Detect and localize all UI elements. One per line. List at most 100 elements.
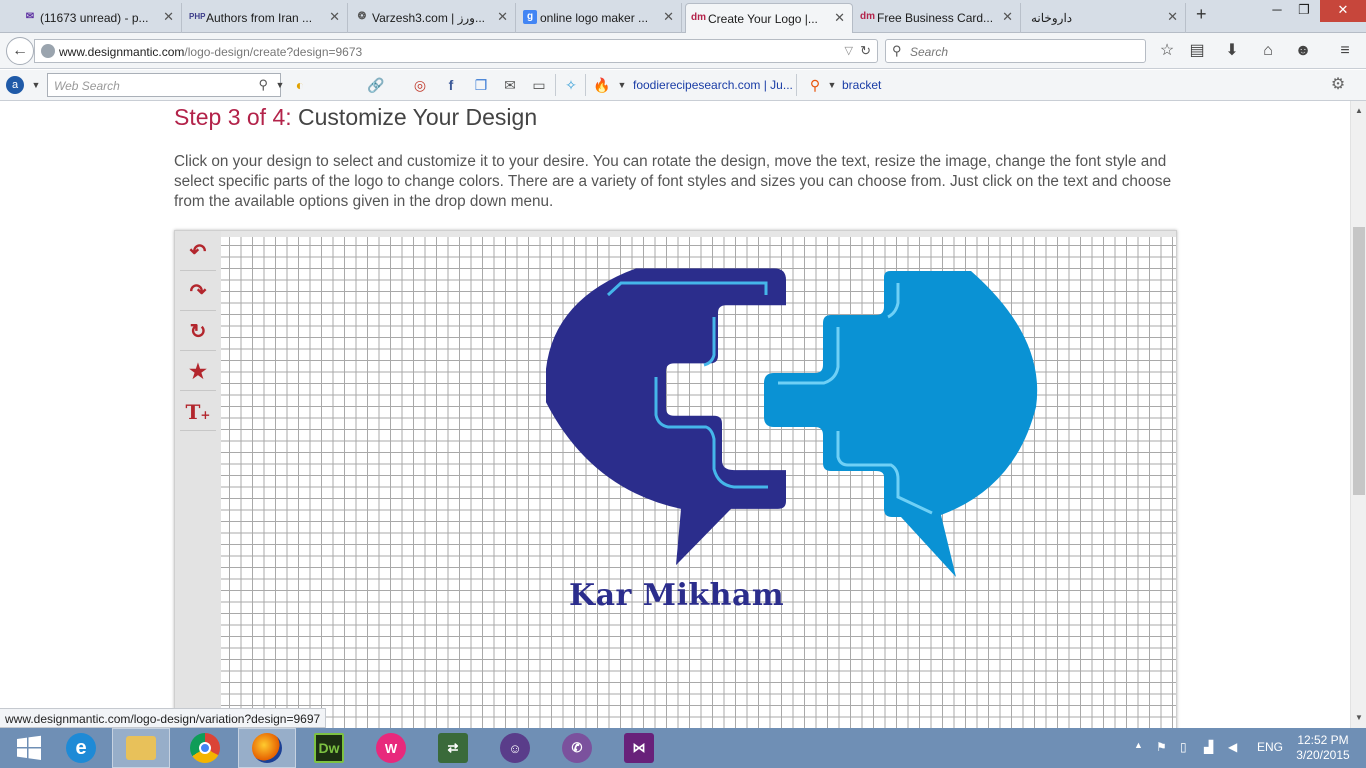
messenger-button[interactable]: ☺	[486, 728, 544, 768]
dark-speech-bubble[interactable]	[546, 268, 786, 566]
home-icon[interactable]: ⌂	[1257, 40, 1279, 62]
new-tab-button[interactable]: +	[1196, 4, 1207, 25]
tab-authors[interactable]: PHP Authors from Iran ... ✕	[184, 3, 348, 33]
fire-icon[interactable]: 🔥	[592, 75, 612, 95]
url-dropdown-icon[interactable]: ▽	[845, 44, 853, 57]
toolbar-link-foodie[interactable]: foodierecipesearch.com | Ju...	[633, 78, 793, 92]
file-explorer-button[interactable]	[112, 728, 170, 768]
reading-list-icon[interactable]: ▤	[1186, 40, 1208, 62]
sparkle-icon[interactable]: ✧	[561, 75, 581, 95]
chrome-button[interactable]	[176, 728, 234, 768]
addon-toolbar: a ▼ Web Search ⚲ ▼ ◐ 🔗 ◎ f ❐ ✉ ▭ ✧ 🔥 ▼ f…	[0, 70, 1366, 101]
mail-icon: ✉	[25, 11, 35, 22]
bookmark-star-icon[interactable]: ☆	[1156, 40, 1178, 62]
search-icon[interactable]: ⚲	[258, 77, 268, 93]
battery-icon[interactable]: ▯	[1180, 740, 1187, 754]
volume-icon[interactable]: ◀	[1228, 740, 1237, 754]
scroll-up-icon[interactable]: ▲	[1351, 103, 1366, 119]
php-icon: PHP	[189, 12, 206, 21]
download-icon[interactable]: ⬇	[1221, 40, 1243, 62]
dreamweaver-button[interactable]: Dw	[300, 728, 358, 768]
tray-expand-icon[interactable]: ▲	[1134, 740, 1143, 750]
card-icon[interactable]: ▭	[529, 75, 549, 95]
documents-icon[interactable]: ❐	[471, 75, 491, 95]
radio-icon[interactable]: ◎	[410, 75, 430, 95]
viber-icon: ✆	[562, 733, 592, 763]
add-shape-icon[interactable]: ★	[180, 353, 216, 391]
undo-icon[interactable]: ↶	[180, 233, 216, 271]
chevron-down-icon[interactable]: ▼	[822, 75, 842, 95]
light-speech-bubble[interactable]	[764, 271, 1038, 577]
dm-icon: dm	[860, 11, 875, 22]
close-tab-icon[interactable]: ✕	[1002, 9, 1013, 25]
chat-icon[interactable]: ☻	[1292, 40, 1314, 62]
tab-create-logo[interactable]: dm Create Your Logo |... ✕	[685, 3, 853, 34]
search-placeholder: Search	[910, 45, 949, 59]
tab-title: Free Business Card...	[877, 11, 994, 25]
scroll-down-icon[interactable]: ▼	[1351, 710, 1366, 726]
signal-icon[interactable]: ▟	[1204, 740, 1213, 754]
redo-icon[interactable]: ↷	[180, 273, 216, 311]
dm-icon: dm	[691, 12, 706, 23]
chevron-down-icon[interactable]: ▼	[270, 75, 290, 95]
tab-darookhane[interactable]: داروخانه ✕	[1023, 3, 1186, 33]
close-tab-icon[interactable]: ✕	[163, 9, 174, 25]
toolbar-link-bracket[interactable]: bracket	[842, 78, 881, 92]
clock[interactable]: 12:52 PM 3/20/2015	[1292, 733, 1354, 763]
logo-editor: ↶ ↷ ↻ ★ T+ Kar Mikham	[174, 230, 1177, 728]
url-bar[interactable]: www.designmantic.com/logo-design/create?…	[34, 39, 878, 63]
flag-icon[interactable]: ⚑	[1156, 740, 1167, 754]
chevron-down-icon[interactable]: ▼	[612, 75, 632, 95]
web-search-input[interactable]: Web Search ⚲	[47, 73, 281, 97]
dreamweaver-icon: Dw	[314, 733, 344, 763]
vertical-scrollbar[interactable]: ▲ ▼	[1350, 101, 1366, 728]
minimize-button[interactable]: ─	[1262, 0, 1292, 22]
firefox-button[interactable]	[238, 728, 296, 768]
facebook-icon[interactable]: f	[441, 75, 461, 95]
tab-title: Authors from Iran ...	[206, 11, 313, 25]
gear-icon[interactable]: ⚙	[1328, 75, 1348, 95]
network-tool-icon: ⇄	[438, 733, 468, 763]
ask-logo-icon[interactable]: a	[6, 76, 24, 94]
back-button[interactable]: ←	[6, 37, 34, 65]
reload-icon[interactable]: ↻	[860, 43, 871, 59]
clock-date: 3/20/2015	[1296, 748, 1350, 762]
menu-icon[interactable]: ≡	[1334, 40, 1356, 62]
close-tab-icon[interactable]: ✕	[329, 9, 340, 25]
rotate-icon[interactable]: ↻	[180, 313, 216, 351]
scrollbar-thumb[interactable]	[1353, 227, 1365, 495]
tab-google[interactable]: g online logo maker ... ✕	[518, 3, 682, 33]
logo-graphic[interactable]	[546, 247, 1046, 577]
close-tab-icon[interactable]: ✕	[663, 9, 674, 25]
chevron-down-icon[interactable]: ▼	[26, 75, 46, 95]
language-indicator[interactable]: ENG	[1257, 740, 1283, 754]
close-tab-icon[interactable]: ✕	[1167, 9, 1178, 25]
tab-title: Varzesh3.com | ورز...	[372, 11, 485, 25]
editor-toolbar: ↶ ↷ ↻ ★ T+	[175, 231, 221, 728]
close-tab-icon[interactable]: ✕	[834, 10, 845, 26]
design-canvas[interactable]: Kar Mikham	[221, 237, 1176, 728]
search-input[interactable]: ⚲ Search	[885, 39, 1146, 63]
separator	[585, 74, 586, 96]
url-text[interactable]: www.designmantic.com/logo-design/create?…	[59, 45, 362, 59]
weather-icon[interactable]: ◐	[290, 75, 310, 95]
internet-explorer-button[interactable]: e	[52, 728, 110, 768]
network-tool-button[interactable]: ⇄	[424, 728, 482, 768]
close-window-button[interactable]: ✕	[1320, 0, 1366, 22]
restore-button[interactable]: ❐	[1289, 0, 1319, 22]
tab-varzesh3[interactable]: ❂ Varzesh3.com | ورز... ✕	[350, 3, 516, 33]
status-link-preview: www.designmantic.com/logo-design/variati…	[0, 708, 327, 728]
logo-text[interactable]: Kar Mikham	[569, 578, 784, 613]
tab-business-card[interactable]: dm Free Business Card... ✕	[855, 3, 1021, 33]
wamp-button[interactable]: W	[362, 728, 420, 768]
google-icon: g	[523, 10, 537, 24]
close-tab-icon[interactable]: ✕	[497, 9, 508, 25]
start-button[interactable]	[0, 728, 58, 768]
tab-title: online logo maker ...	[540, 11, 649, 25]
mail-icon[interactable]: ✉	[500, 75, 520, 95]
tab-mail[interactable]: ✉ (11673 unread) - p... ✕	[18, 3, 182, 33]
link-icon[interactable]: 🔗	[366, 75, 386, 95]
add-text-icon[interactable]: T+	[180, 393, 216, 431]
visual-studio-button[interactable]: ⋈	[610, 728, 668, 768]
viber-button[interactable]: ✆	[548, 728, 606, 768]
